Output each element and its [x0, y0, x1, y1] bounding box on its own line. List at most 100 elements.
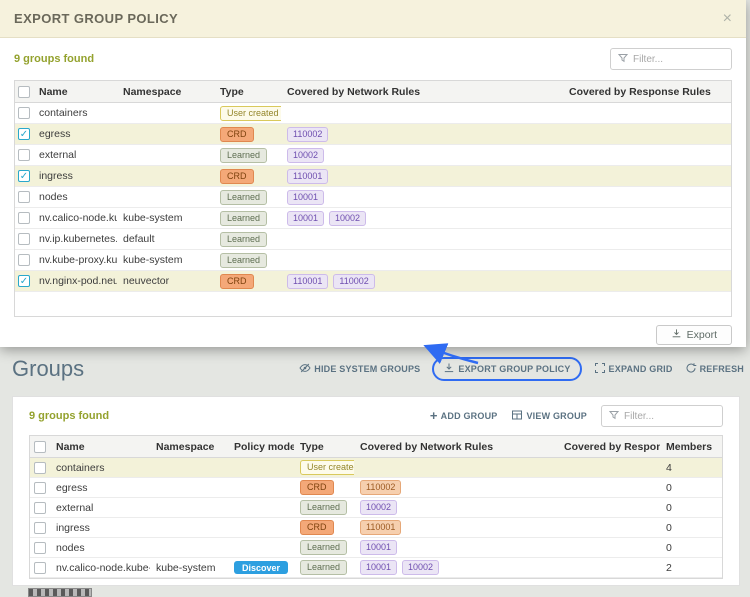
export-group-policy-button[interactable]: EXPORT GROUP POLICY — [432, 357, 582, 381]
export-table-header: Name Namespace Type Covered by Network R… — [15, 81, 731, 103]
table-row[interactable]: ingress CRD 110001 0 — [30, 518, 722, 538]
groups-table: Name Namespace Policy mode Type Covered … — [29, 435, 723, 579]
groups-panel: 9 groups found + ADD GROUP VIEW GROUP Na… — [12, 396, 740, 586]
column-header-members[interactable]: Members — [660, 436, 722, 457]
table-row[interactable]: containers User created 4 — [30, 458, 722, 478]
close-icon[interactable]: × — [723, 10, 732, 27]
column-header-response-rules[interactable]: Covered by Response R... — [558, 436, 660, 457]
row-checkbox[interactable] — [34, 521, 46, 534]
column-header-namespace[interactable]: Namespace — [117, 81, 214, 102]
grid-icon — [511, 409, 523, 423]
rule-badge: 110001 — [287, 273, 329, 289]
table-row[interactable]: nv.calico-node.kube-sys kube-system Disc… — [30, 558, 722, 578]
response-rules-cell — [563, 208, 731, 228]
rule-badge: 110001 — [360, 520, 402, 535]
row-checkbox[interactable] — [18, 107, 30, 119]
table-row[interactable]: nodes Learned 10001 — [15, 187, 731, 208]
row-checkbox[interactable] — [34, 501, 46, 514]
groups-count: 9 groups found — [29, 410, 110, 422]
row-checkbox[interactable] — [18, 149, 30, 161]
row-checkbox[interactable] — [34, 541, 46, 554]
rule-badge: 110002 — [287, 126, 329, 142]
table-row[interactable]: nv.ip.kubernetes.d default Learned — [15, 229, 731, 250]
network-rules-cell: 110002 — [281, 124, 563, 144]
expand-grid-button[interactable]: EXPAND GRID — [594, 362, 673, 376]
table-row[interactable]: containers User created — [15, 103, 731, 124]
response-rules-cell — [563, 229, 731, 249]
column-header-type[interactable]: Type — [294, 436, 354, 457]
select-all-checkbox[interactable] — [34, 440, 46, 453]
column-header-response-rules[interactable]: Covered by Response Rules — [563, 81, 731, 102]
row-checkbox[interactable] — [18, 233, 30, 245]
table-row[interactable]: external Learned 10002 0 — [30, 498, 722, 518]
modal-filter[interactable] — [610, 48, 732, 70]
row-checkbox[interactable] — [34, 481, 46, 494]
network-rules-cell: 10002 — [354, 498, 558, 517]
group-name: external — [39, 149, 77, 161]
type-badge: CRD — [220, 168, 254, 184]
response-rules-cell — [563, 166, 731, 186]
row-checkbox[interactable] — [18, 170, 30, 182]
row-checkbox[interactable] — [34, 461, 46, 474]
row-checkbox[interactable] — [34, 561, 46, 574]
view-group-button[interactable]: VIEW GROUP — [511, 409, 587, 423]
groups-filter[interactable] — [601, 405, 723, 427]
group-namespace: kube-system — [123, 254, 183, 266]
column-header-policy-mode[interactable]: Policy mode — [228, 436, 294, 457]
modal-groups-count: 9 groups found — [14, 53, 95, 65]
table-row[interactable]: egress CRD 110002 0 — [30, 478, 722, 498]
column-header-name[interactable]: Name — [50, 436, 150, 457]
table-row[interactable]: ingress CRD 110001 — [15, 166, 731, 187]
table-row[interactable]: external Learned 10002 — [15, 145, 731, 166]
row-checkbox[interactable] — [18, 212, 30, 224]
group-namespace — [117, 187, 214, 207]
type-badge: Learned — [220, 147, 268, 163]
refresh-label: REFRESH — [699, 364, 744, 374]
network-rules-cell: 110001 — [354, 518, 558, 537]
column-header-network-rules[interactable]: Covered by Network Rules — [281, 81, 563, 102]
column-header-namespace[interactable]: Namespace — [150, 436, 228, 457]
table-row[interactable]: nv.calico-node.kub kube-system Learned 1… — [15, 208, 731, 229]
export-groups-table: Name Namespace Type Covered by Network R… — [14, 80, 732, 317]
hide-system-groups-label: HIDE SYSTEM GROUPS — [314, 364, 421, 374]
download-icon — [671, 328, 682, 342]
export-group-policy-modal: EXPORT GROUP POLICY × 9 groups found Nam… — [0, 0, 746, 347]
column-header-network-rules[interactable]: Covered by Network Rules — [354, 436, 558, 457]
row-checkbox[interactable] — [18, 128, 30, 140]
row-checkbox[interactable] — [18, 191, 30, 203]
response-rules-cell — [558, 498, 660, 517]
groups-filter-input[interactable] — [624, 410, 710, 422]
group-namespace — [150, 478, 228, 497]
group-namespace: kube-system — [123, 212, 183, 224]
group-namespace — [150, 458, 228, 477]
hide-system-groups-button[interactable]: HIDE SYSTEM GROUPS — [299, 362, 420, 376]
modal-filter-input[interactable] — [633, 53, 719, 65]
row-checkbox[interactable] — [18, 254, 30, 266]
rule-badge: 10002 — [329, 210, 367, 226]
table-row[interactable]: nodes Learned 10001 0 — [30, 538, 722, 558]
refresh-button[interactable]: REFRESH — [685, 362, 744, 376]
column-header-name[interactable]: Name — [33, 81, 117, 102]
response-rules-cell — [563, 250, 731, 270]
select-all-checkbox[interactable] — [18, 85, 30, 98]
export-button[interactable]: Export — [655, 325, 732, 345]
column-header-type[interactable]: Type — [214, 81, 281, 102]
refresh-icon — [685, 362, 697, 376]
members-count: 2 — [666, 561, 672, 574]
table-row[interactable]: nv.kube-proxy.kub kube-system Learned — [15, 250, 731, 271]
group-name: nv.kube-proxy.kub — [39, 254, 117, 266]
response-rules-cell — [558, 538, 660, 557]
response-rules-cell — [563, 271, 731, 291]
export-label: Export — [686, 329, 717, 341]
members-count: 0 — [666, 481, 672, 494]
add-group-button[interactable]: + ADD GROUP — [430, 409, 498, 422]
modal-title: EXPORT GROUP POLICY — [14, 11, 179, 26]
response-rules-cell — [558, 518, 660, 537]
network-rules-cell — [281, 250, 563, 270]
row-checkbox[interactable] — [18, 275, 30, 287]
table-row[interactable]: egress CRD 110002 — [15, 124, 731, 145]
type-badge: CRD — [300, 480, 334, 495]
response-rules-cell — [558, 458, 660, 477]
table-row[interactable]: nv.nginx-pod.neuv neuvector CRD 110001 1… — [15, 271, 731, 292]
response-rules-cell — [563, 124, 731, 144]
